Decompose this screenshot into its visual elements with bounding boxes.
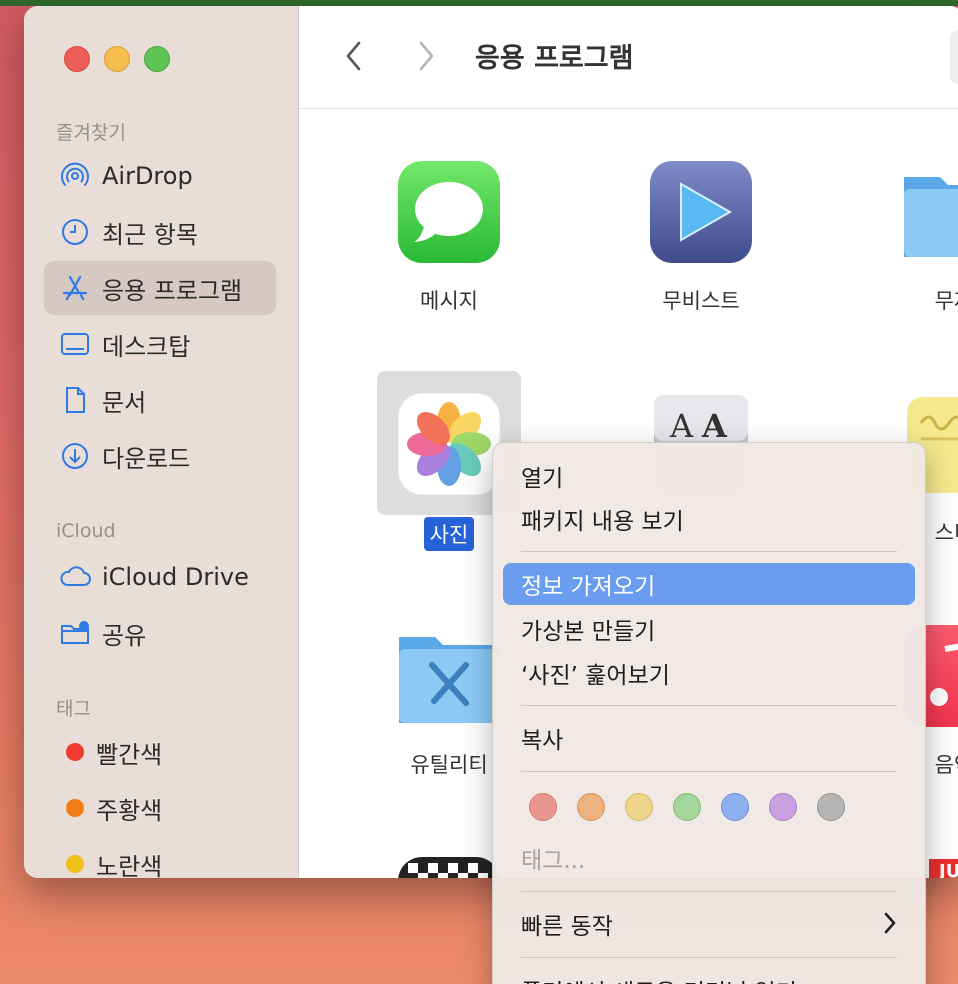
sidebar-item-airdrop[interactable]: AirDrop <box>44 149 276 203</box>
chevron-right-icon <box>419 41 434 71</box>
shared-folder-icon <box>58 616 92 650</box>
context-menu: 열기 패키지 내용 보기 정보 가져오기 가상본 만들기 ‘사진’ 훑어보기 복… <box>492 442 926 984</box>
app-label: 무비스트 <box>662 289 740 313</box>
tag-color-yellow[interactable] <box>625 793 653 821</box>
menu-item-show-package-contents[interactable]: 패키지 내용 보기 <box>503 498 915 540</box>
app-label: JU <box>939 861 958 878</box>
app-label-selected: 사진 <box>423 517 475 551</box>
airdrop-icon <box>58 159 92 193</box>
menu-item-label: 태그... <box>521 848 586 874</box>
folder-icon <box>899 157 958 267</box>
app-item-partial[interactable]: JU <box>929 859 958 878</box>
sidebar-item-documents[interactable]: 문서 <box>44 373 276 427</box>
sidebar-item-desktop[interactable]: 데스크탑 <box>44 317 276 371</box>
tag-dot-icon <box>66 799 84 817</box>
applications-icon <box>58 271 92 305</box>
menu-item-quick-look[interactable]: ‘사진’ 훑어보기 <box>503 652 915 694</box>
document-icon <box>58 383 92 417</box>
download-icon <box>58 439 92 473</box>
menu-item-tags[interactable]: 태그... <box>503 837 915 879</box>
menu-separator <box>521 771 897 772</box>
menu-item-label: ‘사진’ 훑어보기 <box>521 663 670 689</box>
chess-icon <box>394 853 504 878</box>
menu-item-label: 빠른 동작 <box>521 914 613 940</box>
menu-item-label: 정보 가져오기 <box>521 574 656 600</box>
window-title: 응용 프로그램 <box>475 43 634 74</box>
menu-item-label: 가상본 만들기 <box>521 619 656 645</box>
view-options-button[interactable] <box>950 30 958 84</box>
menu-item-quick-actions[interactable]: 빠른 동작 <box>503 903 915 945</box>
tag-color-red[interactable] <box>529 793 557 821</box>
cloud-icon <box>58 560 92 594</box>
sidebar-item-icloud-drive[interactable]: iCloud Drive <box>44 550 276 604</box>
sidebar-item-label: iCloud Drive <box>102 563 249 591</box>
section-title-icloud: iCloud <box>56 520 116 542</box>
menu-separator <box>521 551 897 552</box>
sidebar-item-applications[interactable]: 응용 프로그램 <box>44 261 276 315</box>
menu-item-make-alias[interactable]: 가상본 만들기 <box>503 608 915 650</box>
sidebar-item-label: 문서 <box>102 388 147 417</box>
photos-icon <box>394 389 504 499</box>
sidebar-item-label: 주황색 <box>96 796 163 825</box>
toolbar: 응용 프로그램 <box>299 6 958 109</box>
tag-color-purple[interactable] <box>769 793 797 821</box>
app-label: 무제 <box>934 289 958 313</box>
movist-icon <box>646 157 756 267</box>
tag-color-green[interactable] <box>673 793 701 821</box>
menu-item-label: 폴더에서 새로운 터미널 열기 <box>521 973 797 984</box>
forward-button[interactable] <box>411 36 441 76</box>
menu-item-get-info[interactable]: 정보 가져오기 <box>503 563 915 605</box>
app-item-untitled-folder[interactable]: 무제 <box>879 157 958 315</box>
sidebar-tag-orange[interactable]: 주황색 <box>44 781 276 835</box>
tag-color-blue[interactable] <box>721 793 749 821</box>
menu-item-label: 복사 <box>521 728 564 754</box>
tag-dot-icon <box>66 855 84 873</box>
sidebar-item-label: 노란색 <box>96 852 163 879</box>
minimize-window-button[interactable] <box>104 46 130 72</box>
close-window-button[interactable] <box>64 46 90 72</box>
menu-item-copy[interactable]: 복사 <box>503 717 915 759</box>
sidebar-item-label: 공유 <box>102 621 147 650</box>
sidebar: 즐겨찾기 AirDrop 최근 항목 응용 프로그램 데스크탑 문서 다운로드 … <box>24 6 299 878</box>
svg-text:A: A <box>669 407 694 445</box>
utilities-folder-icon <box>394 621 504 731</box>
menu-item-label: 열기 <box>521 466 564 492</box>
sidebar-item-label: 데스크탑 <box>102 332 191 361</box>
sidebar-item-label: 다운로드 <box>102 444 191 473</box>
menu-item-open[interactable]: 열기 <box>503 455 915 497</box>
menu-item-label: 패키지 내용 보기 <box>521 509 684 535</box>
sidebar-item-downloads[interactable]: 다운로드 <box>44 429 276 483</box>
tag-color-orange[interactable] <box>577 793 605 821</box>
sidebar-tag-red[interactable]: 빨간색 <box>44 725 276 779</box>
back-button[interactable] <box>339 36 369 76</box>
zoom-window-button[interactable] <box>144 46 170 72</box>
sidebar-item-label: 응용 프로그램 <box>102 276 243 305</box>
section-title-tags: 태그 <box>56 698 91 720</box>
menu-separator <box>521 705 897 706</box>
tag-dot-icon <box>66 743 84 761</box>
messages-icon <box>394 157 504 267</box>
sidebar-item-label: AirDrop <box>102 162 193 190</box>
clock-icon <box>58 215 92 249</box>
app-label: 메시지 <box>420 289 478 313</box>
chevron-right-icon <box>883 911 897 939</box>
app-item-movist[interactable]: 무비스트 <box>626 157 776 315</box>
sidebar-item-recents[interactable]: 최근 항목 <box>44 205 276 259</box>
menu-separator <box>521 891 897 892</box>
menu-item-new-terminal-at-folder[interactable]: 폴더에서 새로운 터미널 열기 <box>503 969 915 984</box>
sidebar-item-label: 빨간색 <box>96 740 163 769</box>
sidebar-item-shared[interactable]: 공유 <box>44 606 276 660</box>
section-title-favorites: 즐겨찾기 <box>56 122 126 144</box>
sidebar-item-label: 최근 항목 <box>102 220 198 249</box>
chevron-left-icon <box>346 41 361 71</box>
menu-separator <box>521 957 897 958</box>
app-item-messages[interactable]: 메시지 <box>374 157 524 315</box>
tag-color-gray[interactable] <box>817 793 845 821</box>
svg-text:A: A <box>701 407 728 445</box>
sidebar-tag-yellow[interactable]: 노란색 <box>44 837 276 878</box>
desktop-icon <box>58 327 92 361</box>
